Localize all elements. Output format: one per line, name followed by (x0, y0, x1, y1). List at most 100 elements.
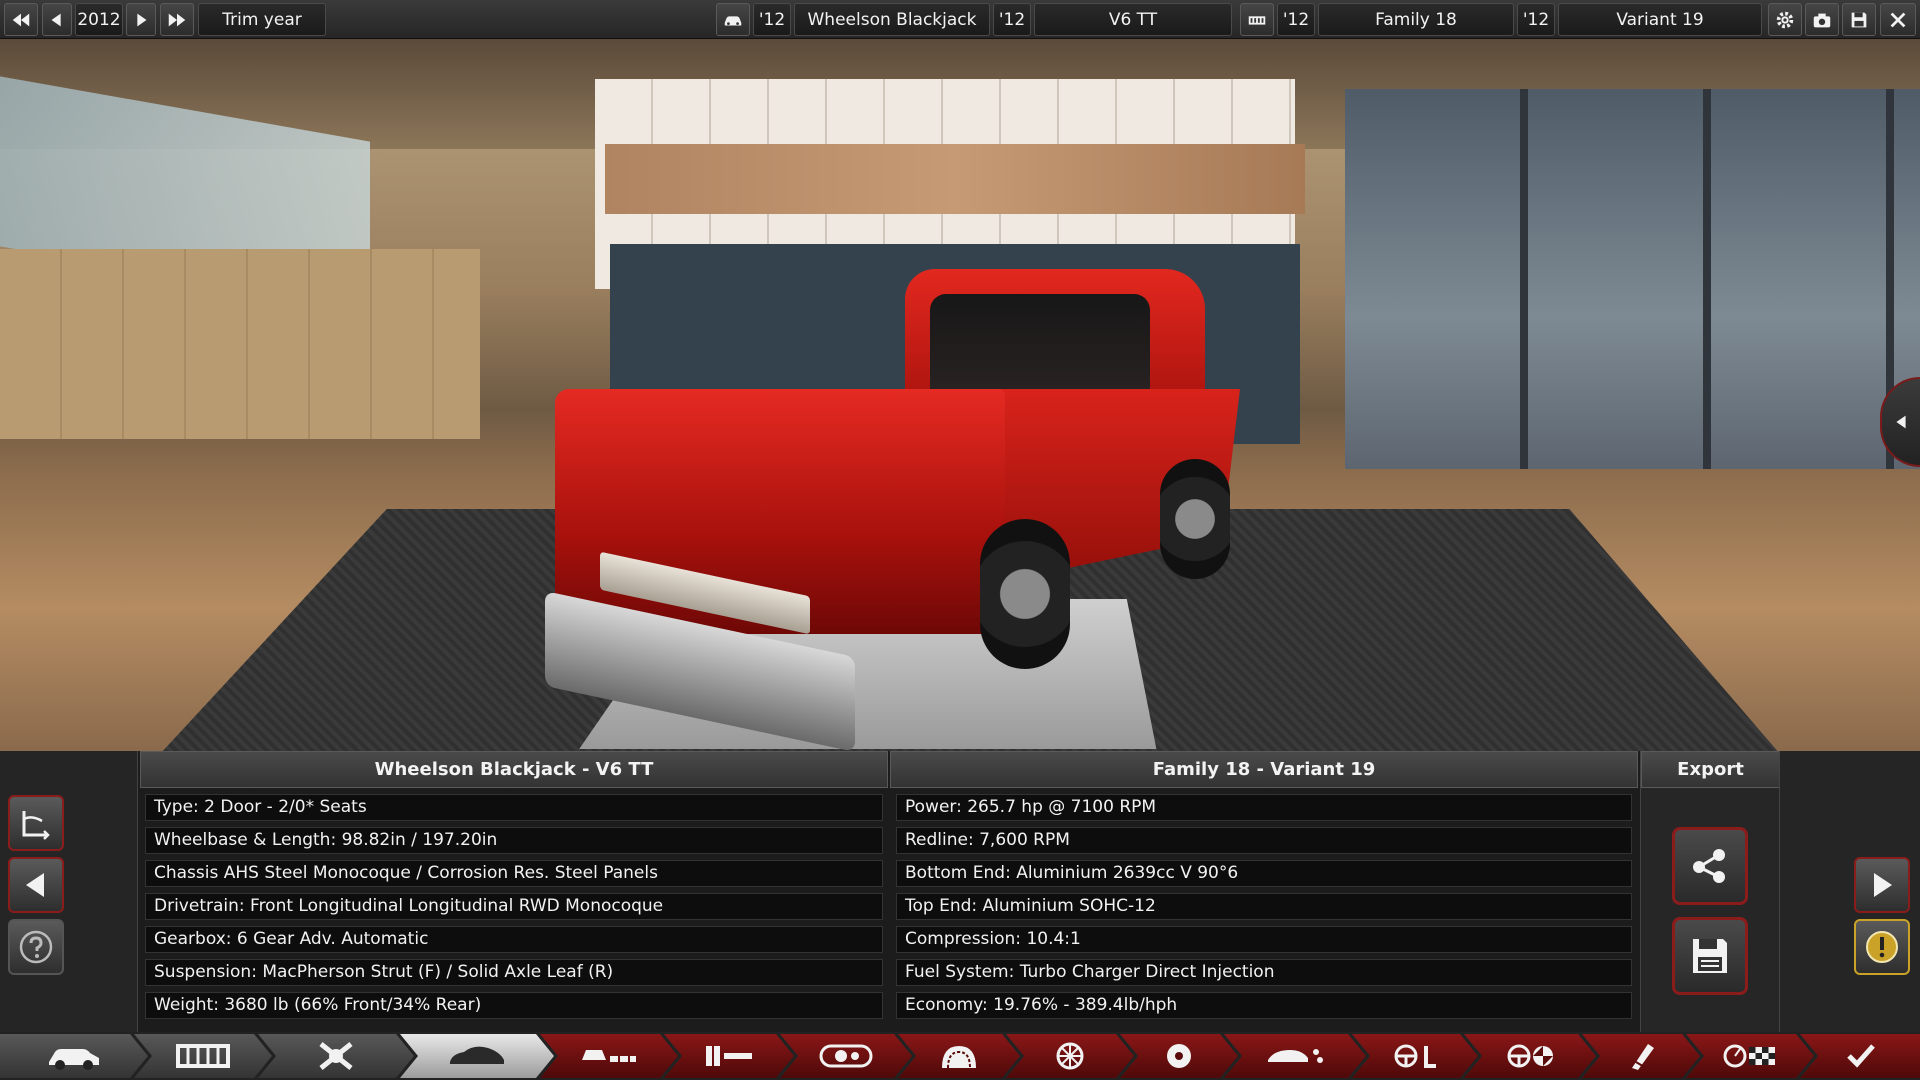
trim-icon (700, 1040, 758, 1072)
car-stats-list: Type: 2 Door - 2/0* Seats Wheelbase & Le… (145, 794, 883, 1025)
double-arrow-left-icon (12, 13, 30, 26)
tab-wheels[interactable] (1006, 1034, 1134, 1078)
wheels-icon (1041, 1040, 1099, 1072)
engine-stat-redline: Redline: 7,600 RPM (896, 827, 1632, 854)
garage-wood-panel (605, 144, 1305, 214)
camera-angle-icon (22, 811, 50, 840)
tuning-icon (1612, 1040, 1670, 1072)
double-arrow-right-icon (168, 13, 186, 26)
next-button[interactable] (1854, 857, 1910, 913)
suspension-icon (307, 1040, 365, 1072)
tab-chassis[interactable] (134, 1034, 272, 1078)
engine-stat-compression: Compression: 10.4:1 (896, 926, 1632, 953)
designer-stage-nav (0, 1032, 1920, 1080)
left-tools (0, 751, 138, 1032)
tab-suspension[interactable] (258, 1034, 414, 1078)
car-stat-wheelbase: Wheelbase & Length: 98.82in / 197.20in (145, 827, 883, 854)
export-save-button[interactable] (1672, 917, 1748, 995)
tab-testing[interactable] (1686, 1034, 1814, 1078)
tab-interior[interactable] (780, 1034, 912, 1078)
brakes-icon (1150, 1040, 1208, 1072)
settings-button[interactable] (1768, 3, 1802, 36)
back-button[interactable] (8, 857, 64, 913)
truck-front-wheel (1160, 459, 1230, 579)
tab-steering[interactable] (1352, 1034, 1478, 1078)
steering-icon (1386, 1040, 1444, 1072)
tab-car-model[interactable] (0, 1034, 148, 1078)
fixtures-icon (580, 1040, 638, 1072)
help-button[interactable] (8, 919, 64, 975)
export-share-button[interactable] (1672, 827, 1748, 905)
close-button[interactable] (1880, 3, 1916, 36)
year-next-button[interactable] (126, 3, 156, 36)
engine-stat-fuel-system: Fuel System: Turbo Charger Direct Inject… (896, 959, 1632, 986)
close-icon (1890, 12, 1906, 27)
year-first-button[interactable] (4, 3, 38, 36)
arrow-left-icon (51, 13, 61, 26)
trim-year-badge: '12 (993, 3, 1031, 36)
tab-drivetrain[interactable] (1464, 1034, 1596, 1078)
car-info-header: Wheelson Blackjack - V6 TT (140, 751, 888, 788)
share-icon (1693, 849, 1725, 883)
variant-name-field[interactable]: Variant 19 (1558, 3, 1762, 36)
year-field[interactable]: 2012 (75, 3, 123, 36)
year-last-button[interactable] (160, 3, 194, 36)
engine-icon (1248, 15, 1266, 25)
testing-icon (1721, 1040, 1779, 1072)
camera-icon (1813, 13, 1831, 27)
tab-finish[interactable] (1800, 1034, 1920, 1078)
checkmark-icon (1847, 1044, 1875, 1068)
drivetrain-icon (1501, 1040, 1559, 1072)
model-year-badge: '12 (753, 3, 791, 36)
engine-stat-economy: Economy: 19.76% - 389.4lb/hph (896, 992, 1632, 1019)
tab-aero[interactable] (1224, 1034, 1366, 1078)
trim-name-field[interactable]: V6 TT (1034, 3, 1232, 36)
family-year-badge: '12 (1277, 3, 1315, 36)
arrow-left-icon (1896, 415, 1906, 429)
tab-tuning[interactable] (1582, 1034, 1700, 1078)
car-stat-drivetrain: Drivetrain: Front Longitudinal Longitudi… (145, 893, 883, 920)
camera-angle-button[interactable] (8, 795, 64, 851)
arrow-left-icon (26, 873, 44, 897)
car-3d-viewport[interactable] (0, 39, 1920, 751)
variant-year-badge: '12 (1517, 3, 1555, 36)
trim-year-button[interactable]: Trim year (198, 3, 326, 36)
tyres-icon (930, 1040, 988, 1072)
arrow-right-icon (137, 13, 147, 26)
engine-stat-top-end: Top End: Aluminium SOHC-12 (896, 893, 1632, 920)
garage-tiled-wall (0, 249, 480, 439)
interior-icon (817, 1040, 875, 1072)
save-button[interactable] (1842, 3, 1876, 36)
tab-body[interactable] (400, 1034, 554, 1078)
tab-brakes[interactable] (1120, 1034, 1238, 1078)
export-column: Export (1640, 751, 1780, 1032)
export-header: Export (1641, 751, 1780, 788)
chassis-icon (174, 1040, 232, 1072)
car-icon (724, 15, 742, 25)
engine-stat-power: Power: 265.7 hp @ 7100 RPM (896, 794, 1632, 821)
tab-fixtures[interactable] (540, 1034, 678, 1078)
warning-icon (1866, 931, 1898, 963)
year-prev-button[interactable] (42, 3, 72, 36)
arrow-right-icon (1874, 873, 1892, 897)
tab-tyres[interactable] (898, 1034, 1020, 1078)
screenshot-button[interactable] (1805, 3, 1839, 36)
car-stat-chassis: Chassis AHS Steel Monocoque / Corrosion … (145, 860, 883, 887)
car-stat-suspension: Suspension: MacPherson Strut (F) / Solid… (145, 959, 883, 986)
warnings-button[interactable] (1854, 919, 1910, 975)
info-panel: Wheelson Blackjack - V6 TT Family 18 - V… (0, 751, 1920, 1032)
car-model-button[interactable] (716, 3, 750, 36)
car-stat-gearbox: Gearbox: 6 Gear Adv. Automatic (145, 926, 883, 953)
office-glass-frames (1345, 89, 1920, 469)
gear-icon (1776, 11, 1794, 28)
help-icon (19, 930, 53, 964)
engine-info-header: Family 18 - Variant 19 (890, 751, 1638, 788)
family-name-field[interactable]: Family 18 (1318, 3, 1514, 36)
engine-button[interactable] (1240, 3, 1274, 36)
engine-stat-bottom-end: Bottom End: Aluminium 2639cc V 90°6 (896, 860, 1632, 887)
car-stat-type: Type: 2 Door - 2/0* Seats (145, 794, 883, 821)
tab-trim[interactable] (664, 1034, 794, 1078)
top-toolbar: 2012 Trim year '12 Wheelson Blackjack '1… (0, 0, 1920, 39)
aero-icon (1266, 1040, 1324, 1072)
model-name-field[interactable]: Wheelson Blackjack (794, 3, 990, 36)
